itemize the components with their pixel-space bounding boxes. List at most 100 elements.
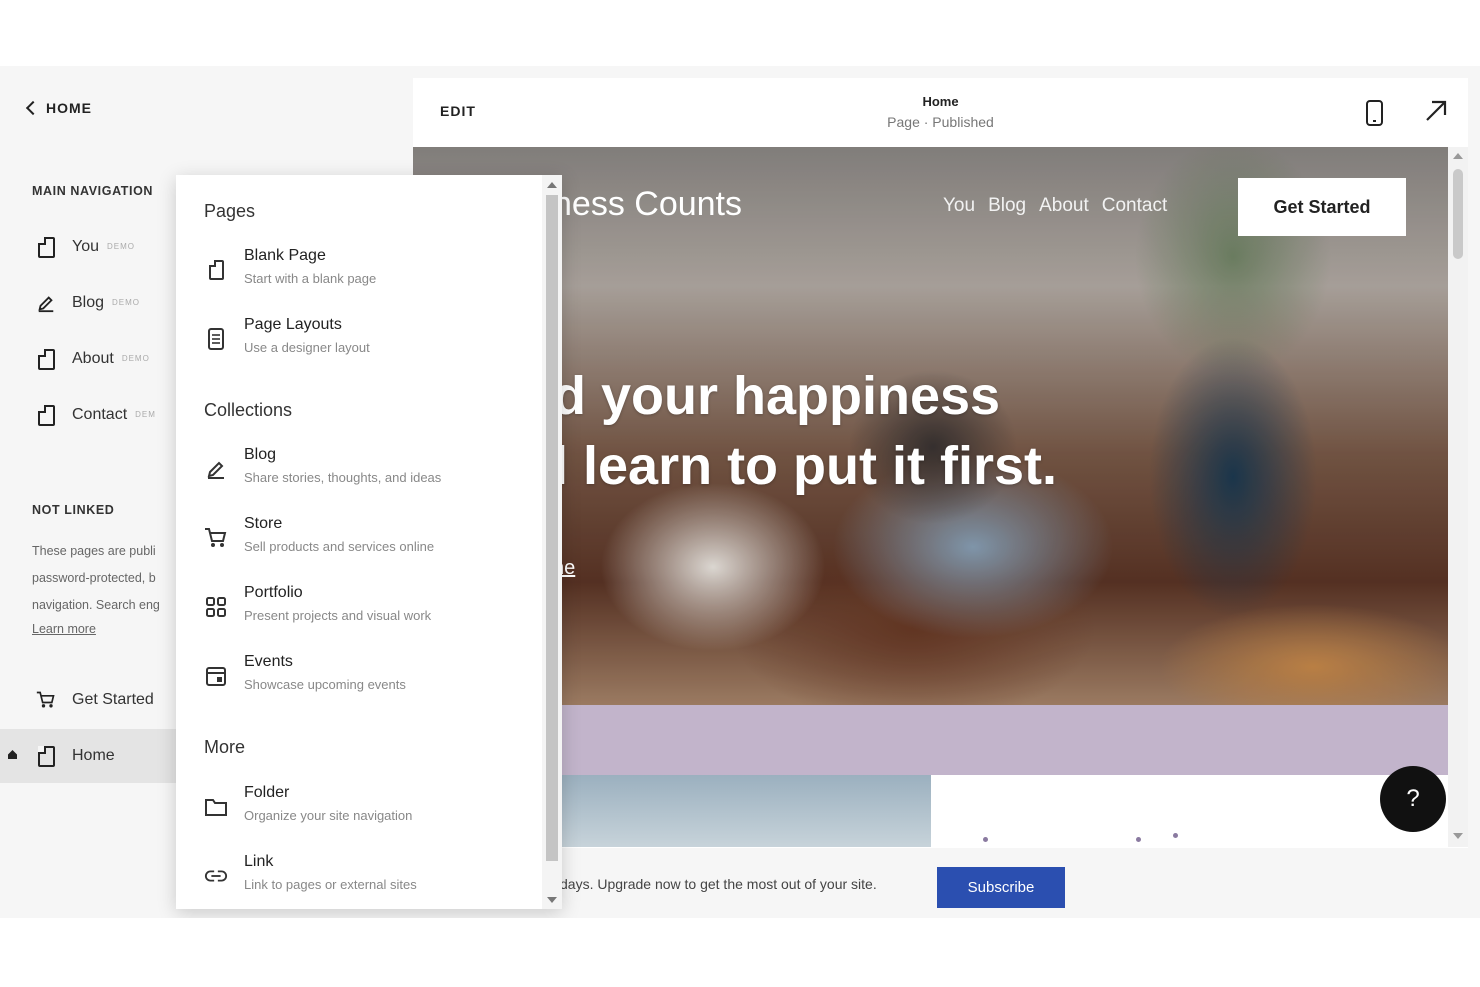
site-nav-contact[interactable]: Contact [1102,195,1167,217]
menu-item-desc: Start with a blank page [244,271,377,286]
page-icon [36,404,56,426]
sidebar-item-get-started[interactable]: Get Started [0,673,176,727]
color-band [413,705,1448,775]
folder-icon [204,795,228,819]
menu-item-blog[interactable]: Blog Share stories, thoughts, and ideas [176,446,542,504]
site-preview[interactable]: ness Counts You Blog About Contact Get S… [413,147,1448,847]
scroll-up-icon[interactable] [1453,153,1463,159]
get-started-button[interactable]: Get Started [1238,178,1406,236]
sidebar-item-label: Blog [72,294,105,311]
page-icon [36,348,56,370]
menu-item-page-layouts[interactable]: Page Layouts Use a designer layout [176,316,542,374]
menu-item-desc: Showcase upcoming events [244,677,406,692]
menu-item-desc: Sell products and services online [244,539,435,554]
site-nav-you[interactable]: You [943,195,975,217]
menu-item-link[interactable]: Link Link to pages or external sites [176,853,542,909]
sidebar-item-label: About [72,350,114,367]
menu-item-desc: Use a designer layout [244,340,370,355]
site-nav-blog[interactable]: Blog [988,195,1026,217]
help-button[interactable]: ? [1380,766,1446,832]
editor-app: HOME MAIN NAVIGATION You DEMO Blog DEMO Ab… [0,66,1480,918]
page-icon [36,745,56,767]
editor-topbar: EDIT Home Page · Published [413,78,1468,147]
menu-item-blank-page[interactable]: Blank Page Start with a blank page [176,247,542,305]
more-heading: More [204,737,246,757]
expand-icon[interactable] [1423,98,1449,124]
page-status: Page · Published [887,114,994,130]
menu-item-title: Blog [244,446,277,463]
decorative-dot [1173,833,1178,838]
menu-item-desc: Present projects and visual work [244,608,432,623]
sidebar-item-label: Contact [72,406,128,423]
sidebar-item-label: Get Started [72,691,154,708]
back-home-button[interactable]: HOME [24,100,92,116]
demo-badge: DEM [135,410,156,420]
back-label: HOME [46,100,92,116]
menu-item-events[interactable]: Events Showcase upcoming events [176,653,542,711]
not-linked-description: These pages are publi password-protected… [32,538,176,619]
menu-item-title: Page Layouts [244,316,342,333]
pages-heading: Pages [204,201,256,221]
editor-frame: EDIT Home Page · Published ness Counts Y… [413,78,1468,848]
menu-item-title: Store [244,515,283,532]
menu-scrollbar[interactable] [542,175,562,909]
demo-badge: DEMO [121,354,150,364]
preview-scrollbar[interactable] [1448,147,1468,847]
cart-icon [36,689,56,711]
learn-more-link[interactable]: Learn more [32,622,96,636]
page-icon [36,236,56,258]
sidebar-item-label: Home [72,747,115,764]
not-linked-title: NOT LINKED [32,503,115,517]
menu-item-title: Portfolio [244,584,303,601]
demo-badge: DEMO [112,298,141,308]
menu-item-title: Events [244,653,293,670]
sidebar-item-contact[interactable]: Contact DEM [0,388,176,442]
site-title: ness Counts [553,185,742,223]
scroll-down-icon[interactable] [547,897,557,903]
blog-icon [204,457,228,481]
menu-item-title: Folder [244,784,290,801]
sidebar-item-you[interactable]: You DEMO [0,220,176,274]
demo-badge: DEMO [107,242,135,252]
scroll-up-icon[interactable] [547,182,557,188]
trial-message: days. Upgrade now to get the most out of… [560,876,877,892]
sidebar-item-about[interactable]: About DEMO [0,332,176,386]
scroll-thumb[interactable] [1453,169,1463,259]
menu-item-portfolio[interactable]: Portfolio Present projects and visual wo… [176,584,542,642]
add-page-menu: Pages Blank Page Start with a blank page… [176,175,562,909]
menu-item-desc: Share stories, thoughts, and ideas [244,470,442,485]
scroll-down-icon[interactable] [1453,833,1463,839]
calendar-icon [204,664,228,688]
link-icon [204,864,228,888]
menu-item-folder[interactable]: Folder Organize your site navigation [176,784,542,842]
home-icon [7,749,18,763]
menu-item-title: Link [244,853,274,870]
main-navigation-title: MAIN NAVIGATION [32,184,154,198]
scroll-thumb[interactable] [546,195,558,861]
site-nav-about[interactable]: About [1039,195,1089,217]
blank-page-icon [204,258,228,282]
blog-icon [36,292,56,314]
site-navigation: You Blog About Contact [943,195,1167,217]
grid-icon [204,595,228,619]
description-line: These pages are publi [32,544,156,558]
collections-heading: Collections [204,400,293,420]
hero-headline-line-1: d your happiness [553,366,1001,426]
menu-item-desc: Organize your site navigation [244,808,413,823]
menu-item-desc: Link to pages or external sites [244,877,417,892]
mobile-preview-icon[interactable] [1366,100,1383,126]
chevron-left-icon [25,100,41,116]
sidebar-item-blog[interactable]: Blog DEMO [0,276,176,330]
cart-icon [204,526,228,550]
decorative-dot [983,837,988,842]
sidebar-item-home[interactable]: Home [0,729,176,783]
menu-item-store[interactable]: Store Sell products and services online [176,515,542,573]
hero-headline-line-2: l learn to put it first. [553,436,1058,496]
page-title: Home [922,94,959,109]
subscribe-button[interactable]: Subscribe [937,867,1065,908]
sidebar-item-label: You [72,238,99,255]
description-line: password-protected, b [32,571,156,585]
description-line: navigation. Search eng [32,598,160,612]
menu-item-title: Blank Page [244,247,326,264]
decorative-dot [1136,837,1141,842]
